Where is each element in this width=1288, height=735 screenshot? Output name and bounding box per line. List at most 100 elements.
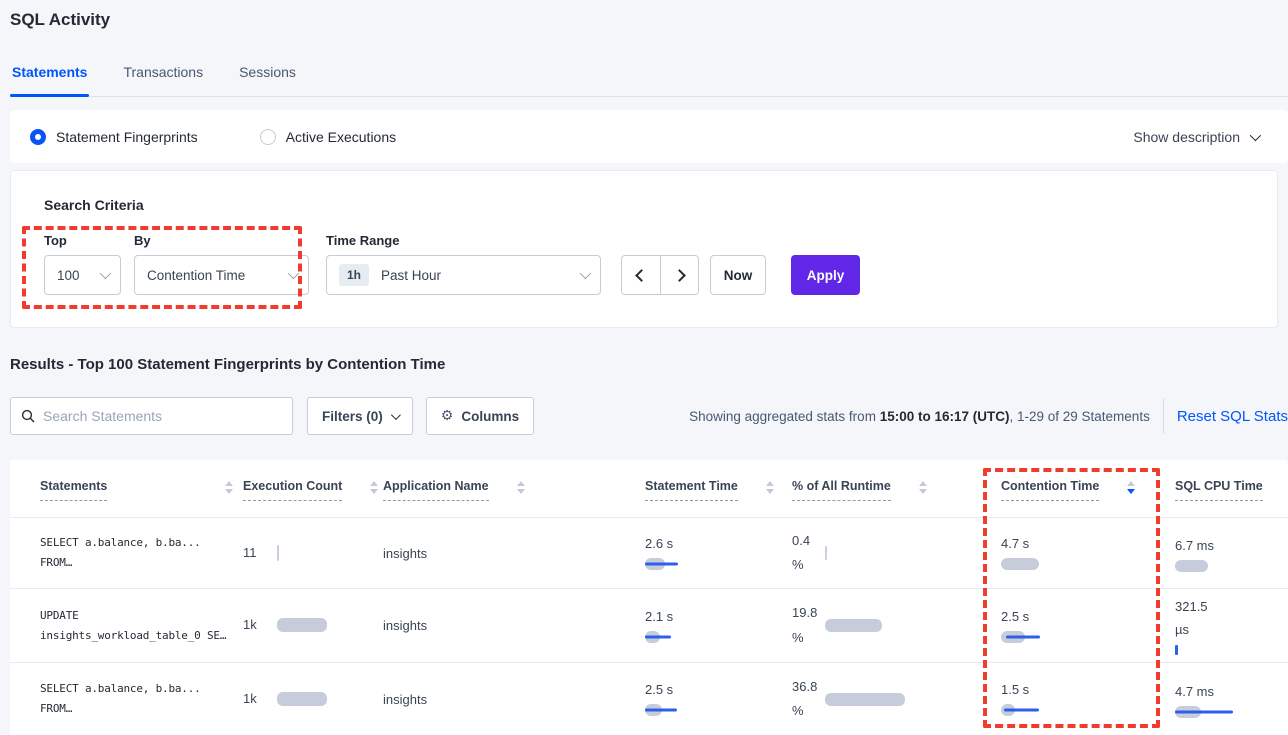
statement-time-value: 2.6 s — [645, 536, 792, 551]
execution-count-bar — [277, 618, 327, 632]
column-label: Execution Count — [243, 479, 342, 501]
column-header-application-name[interactable]: Application Name — [383, 479, 645, 501]
sql-cpu-time-cell: 6.7 ms — [1175, 534, 1288, 572]
sql-cpu-time-value: 4.7 ms — [1175, 680, 1223, 703]
time-range-value: Past Hour — [381, 268, 441, 283]
pct-runtime-value: 36.8 % — [792, 675, 825, 723]
pct-runtime-value: 19.8 % — [792, 601, 825, 649]
pct-runtime-value: 0.4 % — [792, 529, 825, 577]
statement-link[interactable]: SELECT a.balance, b.ba... FROM… — [40, 679, 243, 719]
sort-icon[interactable] — [370, 481, 378, 494]
statement-link[interactable]: SELECT a.balance, b.ba... FROM… — [40, 533, 243, 573]
statement-time-bar — [645, 631, 715, 643]
search-criteria-card: Search Criteria Top 100 By Contention Ti… — [10, 170, 1278, 328]
show-description-label: Show description — [1133, 129, 1240, 145]
stats-range: 15:00 to 16:17 (UTC) — [880, 409, 1010, 424]
column-header-statements[interactable]: Statements — [40, 479, 243, 501]
time-next-button[interactable] — [660, 256, 698, 294]
sql-cpu-time-value: 6.7 ms — [1175, 534, 1223, 557]
sort-icon[interactable] — [225, 481, 233, 494]
show-description-toggle[interactable]: Show description — [1133, 129, 1258, 145]
contention-time-cell: 1.5 s — [1001, 682, 1175, 716]
column-label: Statement Time — [645, 479, 738, 501]
search-statements-input[interactable] — [43, 408, 282, 424]
divider — [1163, 398, 1164, 434]
top-select[interactable]: 100 — [44, 255, 121, 295]
table-row: SELECT a.balance, b.ba... FROM… 1k insig… — [10, 662, 1288, 735]
chevron-down-icon — [580, 268, 591, 279]
radio-statement-fingerprints[interactable]: Statement Fingerprints — [30, 129, 198, 145]
pct-runtime-cell: 19.8 % — [792, 601, 1001, 649]
contention-time-bar — [1001, 631, 1071, 643]
table-row: SELECT a.balance, b.ba... FROM… 11 insig… — [10, 517, 1288, 588]
reset-sql-stats-link[interactable]: Reset SQL Stats — [1177, 408, 1288, 425]
now-button[interactable]: Now — [710, 255, 766, 295]
statement-time-bar — [645, 704, 715, 716]
time-range-field: Time Range 1h Past Hour — [326, 233, 601, 295]
top-field: Top 100 — [44, 233, 121, 295]
column-header-sql-cpu-time[interactable]: SQL CPU Time — [1175, 479, 1288, 501]
view-mode-strip: Statement Fingerprints Active Executions… — [10, 110, 1288, 163]
pct-runtime-cell: 36.8 % — [792, 675, 1001, 723]
stats-suffix: , 1-29 of 29 Statements — [1009, 409, 1149, 424]
application-name-cell: insights — [383, 618, 645, 633]
radio-label: Statement Fingerprints — [56, 129, 198, 145]
tab-statements[interactable]: Statements — [10, 60, 89, 96]
column-label: Contention Time — [1001, 479, 1099, 501]
radio-selected-icon — [30, 129, 46, 145]
pct-runtime-cell: 0.4 % — [792, 529, 1001, 577]
radio-active-executions[interactable]: Active Executions — [260, 129, 397, 145]
sort-icon[interactable] — [517, 481, 525, 494]
statement-time-value: 2.1 s — [645, 609, 792, 624]
top-label: Top — [44, 233, 121, 248]
sort-icon-active-desc[interactable] — [1127, 481, 1135, 494]
sort-icon[interactable] — [766, 481, 774, 494]
statement-link[interactable]: UPDATE insights_workload_table_0 SE… — [40, 606, 243, 646]
column-header-statement-time[interactable]: Statement Time — [645, 479, 792, 501]
column-header-pct-runtime[interactable]: % of All Runtime — [792, 479, 1001, 501]
sort-icon[interactable] — [919, 481, 927, 494]
column-label: Application Name — [383, 479, 489, 501]
sql-cpu-time-bar — [1175, 644, 1245, 656]
table-header-row: Statements Execution Count Application N… — [10, 460, 1288, 517]
radio-unselected-icon — [260, 129, 276, 145]
chevron-down-icon — [288, 268, 299, 279]
statement-time-value: 2.5 s — [645, 682, 792, 697]
by-label: By — [134, 233, 309, 248]
execution-count-value: 11 — [243, 541, 277, 565]
gear-icon: ⚙ — [441, 408, 454, 424]
search-statements-box — [10, 397, 293, 435]
sql-cpu-time-value: 321.5 µs — [1175, 595, 1223, 642]
execution-count-cell: 11 — [243, 541, 383, 565]
time-range-badge: 1h — [339, 264, 369, 286]
time-range-label: Time Range — [326, 233, 601, 248]
sql-cpu-time-cell: 4.7 ms — [1175, 680, 1288, 718]
sql-cpu-time-bar — [1175, 560, 1245, 572]
time-prev-button[interactable] — [622, 256, 660, 294]
top-select-value: 100 — [57, 268, 80, 283]
chevron-right-icon — [673, 269, 686, 282]
column-header-contention-time[interactable]: Contention Time — [1001, 479, 1175, 501]
contention-time-cell: 2.5 s — [1001, 609, 1175, 643]
search-icon — [21, 409, 35, 423]
column-header-execution-count[interactable]: Execution Count — [243, 479, 383, 501]
apply-button[interactable]: Apply — [791, 255, 860, 295]
statement-line2: insights_workload_table_0 SE… — [40, 626, 243, 646]
filters-button[interactable]: Filters (0) — [307, 397, 413, 435]
results-toolbar: Filters (0) ⚙ Columns Showing aggregated… — [10, 397, 1288, 435]
sql-cpu-time-cell: 321.5 µs — [1175, 595, 1288, 657]
columns-label: Columns — [461, 409, 519, 424]
chevron-down-icon — [391, 410, 401, 420]
filters-label: Filters (0) — [322, 409, 383, 424]
execution-count-value: 1k — [243, 687, 277, 711]
contention-time-value: 2.5 s — [1001, 609, 1175, 624]
by-select-value: Contention Time — [147, 268, 245, 283]
tab-transactions[interactable]: Transactions — [121, 60, 205, 96]
by-select[interactable]: Contention Time — [134, 255, 309, 295]
tab-sessions[interactable]: Sessions — [237, 60, 298, 96]
time-range-select[interactable]: 1h Past Hour — [326, 255, 601, 295]
column-label: SQL CPU Time — [1175, 479, 1263, 501]
statement-time-bar — [645, 558, 715, 570]
columns-button[interactable]: ⚙ Columns — [426, 397, 534, 435]
results-heading: Results - Top 100 Statement Fingerprints… — [10, 356, 445, 373]
